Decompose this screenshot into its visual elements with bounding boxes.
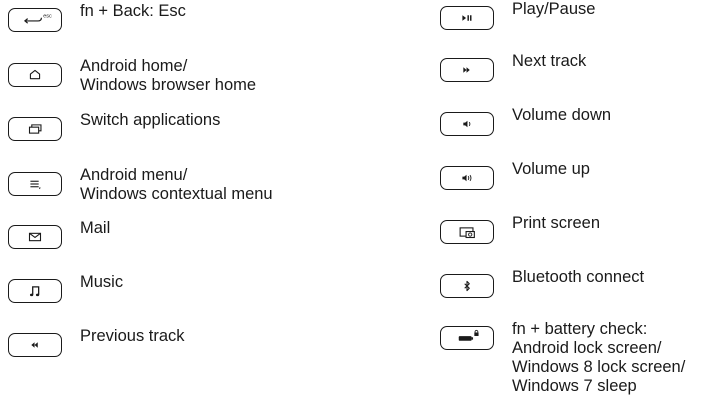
bluetooth-label: Bluetooth connect [512,268,645,286]
print-screen-icon [459,227,475,239]
battery-lock-key[interactable] [440,326,494,350]
mail-label: Mail [80,219,111,237]
volume-down-key[interactable] [440,112,494,136]
volume-down-icon [463,120,471,128]
back-esc-key[interactable]: esc [8,8,62,32]
play-pause-label: Play/Pause [512,0,596,18]
svg-text:esc: esc [43,13,52,19]
music-key[interactable] [8,279,62,303]
menu-key[interactable] [8,172,62,196]
back-esc-label: fn + Back: Esc [80,2,186,20]
music-note-icon [29,286,40,297]
menu-label: Android menu/ Windows contextual menu [80,166,273,203]
battery-lock-icon [458,329,479,341]
mail-icon [28,232,42,242]
home-icon [29,69,41,80]
bluetooth-icon [464,280,470,292]
volume-up-label: Volume up [512,160,590,178]
play-pause-key[interactable] [440,6,494,30]
switch-apps-icon [28,124,42,134]
play-pause-icon [462,15,472,21]
back-arrow-esc-icon: esc [23,13,52,24]
battery-lock-label: fn + battery check: Android lock screen/… [512,320,686,395]
previous-track-label: Previous track [80,327,185,345]
volume-down-label: Volume down [512,106,612,124]
mail-key[interactable] [8,225,62,249]
previous-track-key[interactable] [8,333,62,357]
print-screen-label: Print screen [512,214,601,232]
next-track-icon [463,67,470,73]
previous-track-icon [31,342,38,348]
home-key[interactable] [8,63,62,87]
home-label: Android home/ Windows browser home [80,57,257,94]
print-screen-key[interactable] [440,220,494,244]
music-label: Music [80,273,124,291]
volume-up-icon [462,174,472,182]
switch-apps-key[interactable] [8,117,62,141]
switch-apps-label: Switch applications [80,111,221,129]
menu-icon [30,180,41,190]
bluetooth-key[interactable] [440,274,494,298]
volume-up-key[interactable] [440,166,494,190]
next-track-label: Next track [512,52,587,70]
next-track-key[interactable] [440,58,494,82]
